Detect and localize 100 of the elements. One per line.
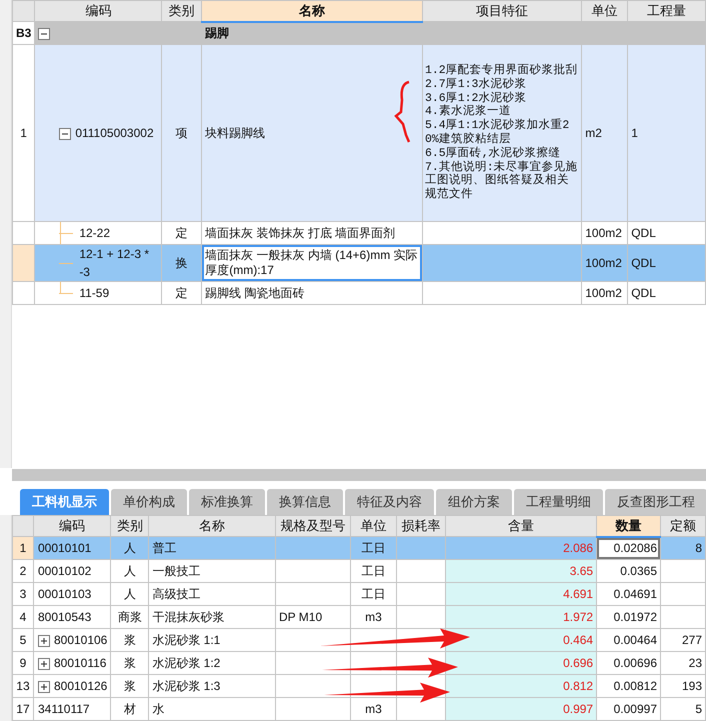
row-price: 8	[660, 536, 706, 560]
row-content: 2.086	[445, 536, 597, 560]
row-code: 80010116	[54, 656, 106, 670]
row-name: 块料踢脚线	[202, 44, 422, 222]
row-unit: 工日	[350, 536, 396, 560]
row-content: 1.972	[445, 606, 597, 628]
row-type: 定	[162, 282, 202, 304]
row-amount: 0.00696	[596, 652, 660, 674]
row-number: 5	[12, 628, 34, 652]
row-name: 高级技工	[148, 582, 276, 606]
row-number: 1	[12, 44, 35, 222]
row-type: 项	[162, 44, 202, 222]
row-price: 193	[660, 674, 706, 698]
row-number: 13	[12, 674, 34, 698]
column-header[interactable]: 单位	[582, 0, 628, 22]
feature-line: 1.2厚配套专用界面砂浆批刮	[424, 64, 579, 78]
row-content: 0.696	[445, 652, 597, 674]
row-name[interactable]: 墙面抹灰 一般抹灰 内墙 (14+6)mm 实际厚度(mm):17	[202, 244, 422, 282]
row-content: 4.691	[445, 582, 597, 606]
row-amount: 0.00464	[596, 628, 660, 652]
row-type: 商浆	[110, 606, 149, 628]
tab[interactable]: 标准换算	[189, 489, 265, 515]
column-header[interactable]: 项目特征	[422, 0, 582, 22]
row-code: 80010106	[54, 633, 108, 647]
row-price: 277	[660, 628, 706, 652]
column-header[interactable]: 名称	[202, 0, 422, 22]
row-name: 水泥砂浆 1:2	[148, 652, 276, 674]
row-amount[interactable]: 0.02086	[596, 536, 660, 560]
row-code: 12-22	[79, 225, 112, 242]
row-amount: 0.01972	[596, 606, 660, 628]
tab[interactable]: 组价方案	[436, 489, 512, 515]
column-header[interactable]: 编码	[33, 516, 111, 536]
row-name: 普工	[148, 536, 276, 560]
row-unit: 工日	[350, 582, 396, 606]
row-number: 1	[12, 536, 34, 560]
row-quantity: QDL	[628, 282, 706, 304]
row-name: 水泥砂浆 1:1	[148, 628, 276, 652]
tab[interactable]: 特征及内容	[345, 489, 434, 515]
row-name: 水泥砂浆 1:3	[148, 674, 276, 698]
feature-line: 4.素水泥浆一道	[424, 105, 512, 118]
row-code: 80010126	[54, 679, 108, 693]
feature-line: 5.4厚1:1水泥砂浆加水重20%建筑胶粘结层	[424, 119, 570, 146]
row-amount: 0.00997	[596, 698, 660, 720]
row-name: 踢脚线 陶瓷地面砖	[202, 282, 422, 304]
section-name: 踢脚	[202, 22, 422, 44]
column-header[interactable]: 工程量	[628, 0, 706, 22]
column-header[interactable]: 单位	[350, 516, 396, 536]
row-unit: 工日	[350, 560, 396, 582]
row-price: 5	[660, 698, 706, 720]
row-type: 人	[110, 582, 149, 606]
column-header[interactable]: 损耗率	[396, 516, 446, 536]
row-spec: DP M10	[276, 606, 350, 628]
tab[interactable]: 换算信息	[267, 489, 343, 515]
row-type: 浆	[110, 628, 149, 652]
row-unit: 100m2	[582, 282, 628, 304]
row-type: 浆	[110, 674, 149, 698]
tab[interactable]: 反查图形工程	[605, 489, 706, 515]
row-code: 11-59	[79, 285, 110, 302]
row-name: 一般技工	[148, 560, 276, 582]
row-content: 0.997	[445, 698, 597, 720]
column-header[interactable]: 名称	[148, 516, 276, 536]
row-code: 34110117	[38, 702, 90, 716]
column-header[interactable]: 类别	[110, 516, 149, 536]
row-number: 4	[12, 606, 34, 628]
row-number: 2	[12, 560, 34, 582]
tab[interactable]: 工程量明细	[514, 489, 603, 515]
row-code: 00010103	[38, 587, 92, 601]
row-type: 人	[110, 536, 149, 560]
row-number: 9	[12, 652, 34, 674]
row-unit: m3	[350, 606, 396, 628]
feature-line: 6.5厚面砖,水泥砂浆擦缝	[424, 146, 562, 160]
row-amount: 0.0365	[596, 560, 660, 582]
row-name: 水	[148, 698, 276, 720]
column-header[interactable]: 含量	[445, 516, 597, 536]
row-type: 换	[162, 244, 202, 282]
row-number: B3	[12, 22, 35, 44]
row-quantity: 1	[628, 44, 706, 222]
row-number: 17	[12, 698, 34, 720]
row-code: 80010543	[38, 610, 92, 624]
feature-line: 2.7厚1:3水泥砂浆	[424, 78, 528, 92]
column-header[interactable]: 定额	[660, 516, 706, 536]
row-content: 0.812	[445, 674, 597, 698]
row-quantity: QDL	[628, 244, 706, 282]
row-code: 00010101	[38, 541, 92, 555]
column-header[interactable]: 编码	[34, 0, 162, 22]
row-type: 浆	[110, 652, 149, 674]
row-unit: m3	[350, 698, 396, 720]
row-type: 人	[110, 560, 149, 582]
row-number: 3	[12, 582, 34, 606]
feature-line: 7.其他说明:未尽事宜参见施工图说明、图纸答疑及相关规范文件	[424, 160, 579, 202]
row-unit: m2	[582, 44, 628, 222]
row-unit: 100m2	[582, 244, 628, 282]
tab[interactable]: 单价构成	[111, 489, 187, 515]
column-header[interactable]: 类别	[162, 0, 202, 22]
row-code: 12-1 + 12-3 * -3	[79, 246, 150, 280]
row-name: 干混抹灰砂浆	[148, 606, 276, 628]
column-header[interactable]: 规格及型号	[276, 516, 350, 536]
column-header[interactable]: 数量	[596, 516, 660, 536]
row-type: 材	[110, 698, 149, 720]
row-price: 23	[660, 652, 706, 674]
